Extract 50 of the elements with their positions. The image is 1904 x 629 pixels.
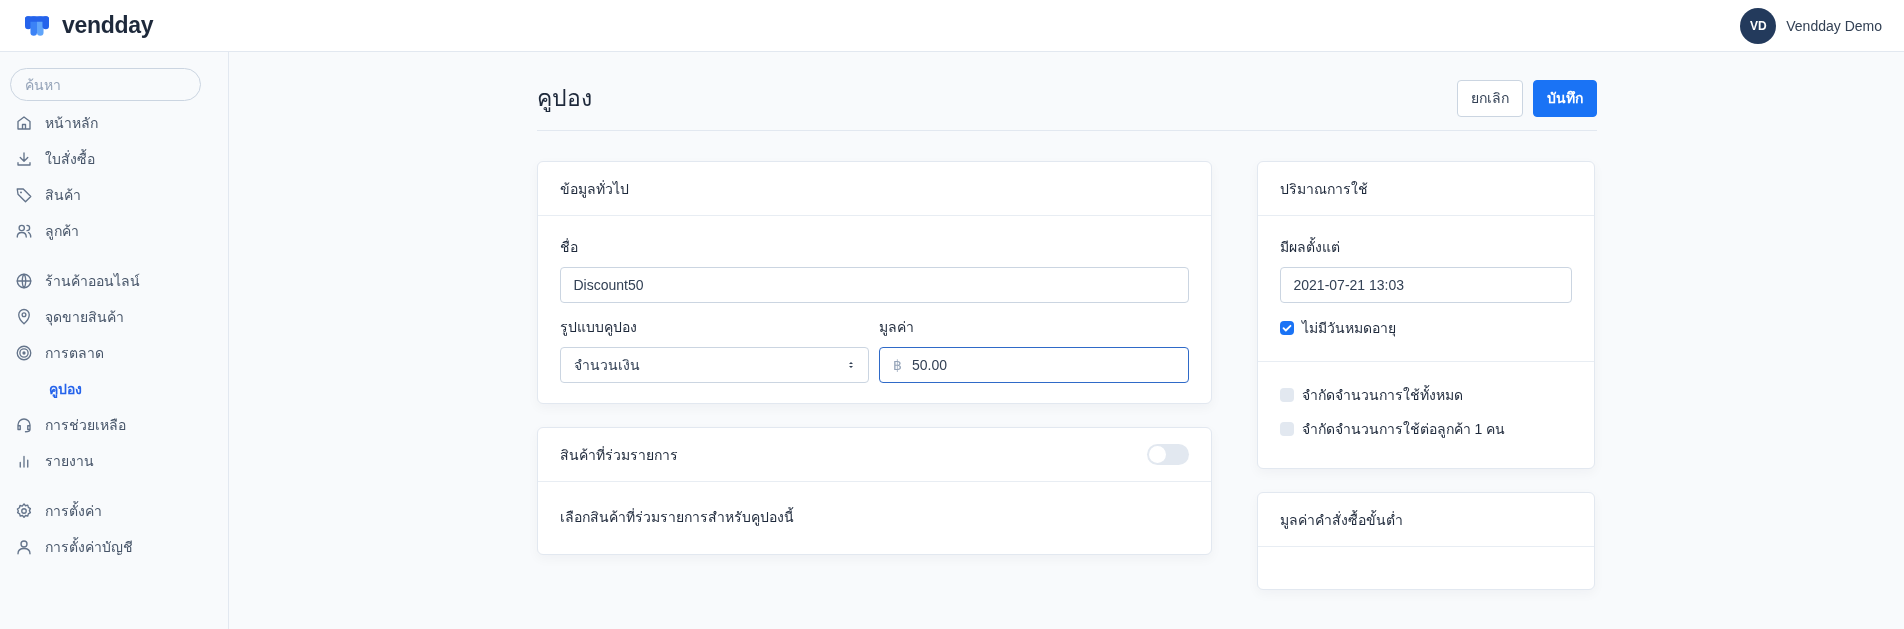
field-label: รูปแบบคูปอง	[559, 318, 638, 338]
field-label: มีผลตั้งแต่	[1279, 236, 1341, 257]
checkbox-label: จำกัดจำนวนการใช้ต่อลูกค้า 1 คน	[1301, 420, 1506, 440]
globe-icon	[15, 272, 33, 290]
save-button[interactable]: บันทึก	[1532, 79, 1597, 117]
users-icon	[15, 222, 33, 240]
sidebar-item[interactable]: จุดขายสินค้า	[10, 299, 218, 335]
home-icon	[15, 114, 33, 132]
card-title: สินค้าที่ร่วมรายการ	[559, 445, 678, 465]
card-title: ปริมาณการใช้	[1279, 179, 1368, 199]
coupon-type-select[interactable]: จำนวนเงิน	[559, 347, 869, 383]
user-name[interactable]: Vendday Demo	[1786, 17, 1882, 34]
user-avatar[interactable]: VD	[1740, 7, 1777, 44]
sidebar-item[interactable]: การตั้งค่า	[10, 493, 218, 529]
sidebar-item[interactable]: รายงาน	[10, 443, 218, 479]
field-label: ชื่อ	[559, 237, 579, 257]
sidebar-item[interactable]: ลูกค้า	[10, 213, 218, 249]
card-title: มูลค่าคำสั่งซื้อขั้นต่ำ	[1279, 509, 1403, 531]
settings-icon	[15, 502, 33, 520]
sidebar-item[interactable]: หน้าหลัก	[10, 105, 218, 141]
date-field[interactable]: 2021-07-21 13:03	[1279, 267, 1572, 303]
card-description: เลือกสินค้าที่ร่วมรายการสำหรับคูปองนี้	[558, 506, 795, 528]
sidebar-item[interactable]: สินค้า	[10, 177, 218, 213]
toggle-switch[interactable]	[1146, 444, 1189, 465]
search-field[interactable]: ค้นหา	[10, 68, 201, 101]
sidebar-item[interactable]: การช่วยเหลือ	[10, 407, 218, 443]
sidebar-item[interactable]: การตลาด	[10, 335, 218, 371]
target-icon	[15, 344, 33, 362]
field-label: มูลค่า	[879, 318, 915, 338]
sidebar-item[interactable]: ร้านค้าออนไลน์	[10, 263, 218, 299]
amount-field[interactable]: ฿ 50.00	[879, 347, 1189, 383]
sidebar-item[interactable]: ใบสั่งซื้อ	[10, 141, 218, 177]
updown-caret-icon	[847, 360, 855, 370]
checkbox[interactable]	[1279, 422, 1294, 436]
headset-icon	[15, 416, 33, 434]
card-title: ข้อมูลทั่วไป	[559, 179, 629, 200]
checkbox-label: ไม่มีวันหมดอายุ	[1301, 319, 1396, 339]
sidebar-subitem[interactable]: คูปอง	[10, 371, 218, 407]
tag-icon	[15, 186, 33, 204]
cancel-button[interactable]: ยกเลิก	[1456, 79, 1523, 117]
download-icon	[15, 150, 33, 168]
name-field[interactable]: Discount50	[559, 267, 1189, 303]
user-icon	[15, 538, 33, 556]
checkbox[interactable]	[1279, 321, 1294, 335]
sidebar-item[interactable]: การตั้งค่าบัญชี	[10, 529, 218, 565]
checkbox[interactable]	[1279, 388, 1294, 402]
page-title: คูปอง	[536, 84, 592, 114]
checkbox-label: จำกัดจำนวนการใช้ทั้งหมด	[1301, 384, 1463, 405]
pin-icon	[15, 308, 33, 326]
brand-name[interactable]: vendday	[62, 12, 154, 39]
